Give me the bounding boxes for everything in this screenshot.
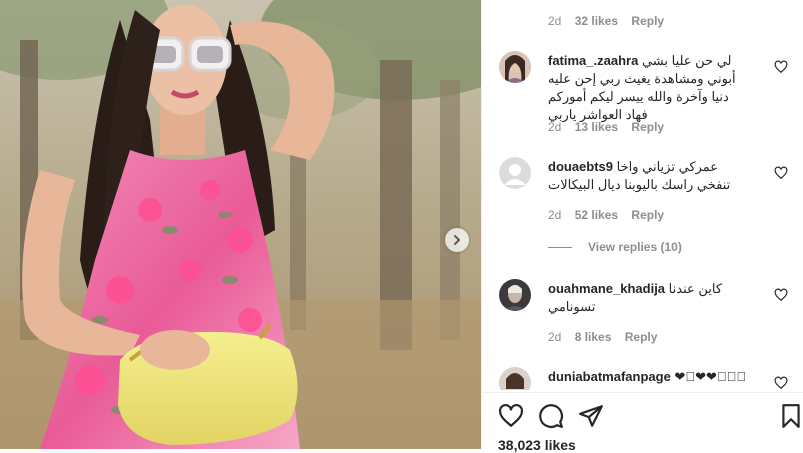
comment-username[interactable]: fatima_.zaahra <box>548 53 638 68</box>
avatar[interactable] <box>499 51 531 83</box>
comment-username[interactable]: ouahmane_khadija <box>548 281 665 296</box>
post-likes-count[interactable]: 38,023 likes <box>498 437 576 453</box>
bookmark-icon[interactable] <box>778 403 803 429</box>
comments-list[interactable]: 2d 32 likes Reply fatima_.zaahra لي حن ع… <box>482 0 803 390</box>
like-comment-heart-icon[interactable] <box>774 166 788 180</box>
avatar-image <box>499 51 531 83</box>
post-photo-image <box>0 0 481 449</box>
comment-text-block: fatima_.zaahra لي حن عليا بشي أبوني ومشا… <box>548 52 753 124</box>
comment-likes[interactable]: 52 likes <box>575 208 618 222</box>
reply-button[interactable]: Reply <box>625 330 658 344</box>
comment-time: 2d <box>548 14 562 28</box>
comment-username[interactable]: duniabatmafanpage <box>548 369 671 384</box>
chevron-right-icon <box>454 235 460 245</box>
comment-text: ❤􏰀❤❤􏰀􏰀􏰀 <box>674 369 747 384</box>
comment-meta: 2d 32 likes Reply <box>548 14 674 28</box>
reply-button[interactable]: Reply <box>631 120 664 134</box>
comment-likes[interactable]: 32 likes <box>575 14 618 28</box>
comment-meta: 2d 8 likes Reply <box>548 330 667 344</box>
post-actions-bar: 38,023 likes <box>482 392 803 453</box>
comment-likes[interactable]: 8 likes <box>575 330 612 344</box>
comment-text-block: douaebts9 عمركي تزياني واخا تنفخي راسك ب… <box>548 158 753 194</box>
like-comment-heart-icon[interactable] <box>774 288 788 302</box>
reply-button[interactable]: Reply <box>631 208 664 222</box>
comment-time: 2d <box>548 120 562 134</box>
next-photo-button[interactable] <box>445 228 469 252</box>
avatar-image <box>499 367 531 390</box>
view-replies-line <box>548 246 572 248</box>
comment-username[interactable]: douaebts9 <box>548 159 613 174</box>
comment-text-block: duniabatmafanpage ❤􏰀❤❤􏰀􏰀􏰀 <box>548 368 753 386</box>
post-photo[interactable] <box>0 0 481 449</box>
view-replies-label: View replies (10) <box>588 240 682 254</box>
comment-meta: 2d 13 likes Reply <box>548 120 674 134</box>
comment-meta: 2d 52 likes Reply <box>548 208 674 222</box>
comment-time: 2d <box>548 330 562 344</box>
speech-bubble-icon[interactable] <box>538 403 564 429</box>
paper-plane-icon[interactable] <box>578 403 604 429</box>
avatar-image <box>499 279 531 311</box>
comment-time: 2d <box>548 208 562 222</box>
comments-panel: 2d 32 likes Reply fatima_.zaahra لي حن ع… <box>481 0 803 453</box>
comment-text-block: ouahmane_khadija كاين عندنا تسونامي <box>548 280 753 316</box>
avatar[interactable] <box>499 367 531 390</box>
reply-button[interactable]: Reply <box>631 14 664 28</box>
comment-likes[interactable]: 13 likes <box>575 120 618 134</box>
view-replies-button[interactable]: View replies (10) <box>548 240 682 254</box>
heart-outline-icon[interactable] <box>498 403 524 429</box>
default-avatar-icon <box>499 157 531 189</box>
avatar[interactable] <box>499 157 531 189</box>
like-comment-heart-icon[interactable] <box>774 376 788 390</box>
avatar[interactable] <box>499 279 531 311</box>
like-comment-heart-icon[interactable] <box>774 60 788 74</box>
